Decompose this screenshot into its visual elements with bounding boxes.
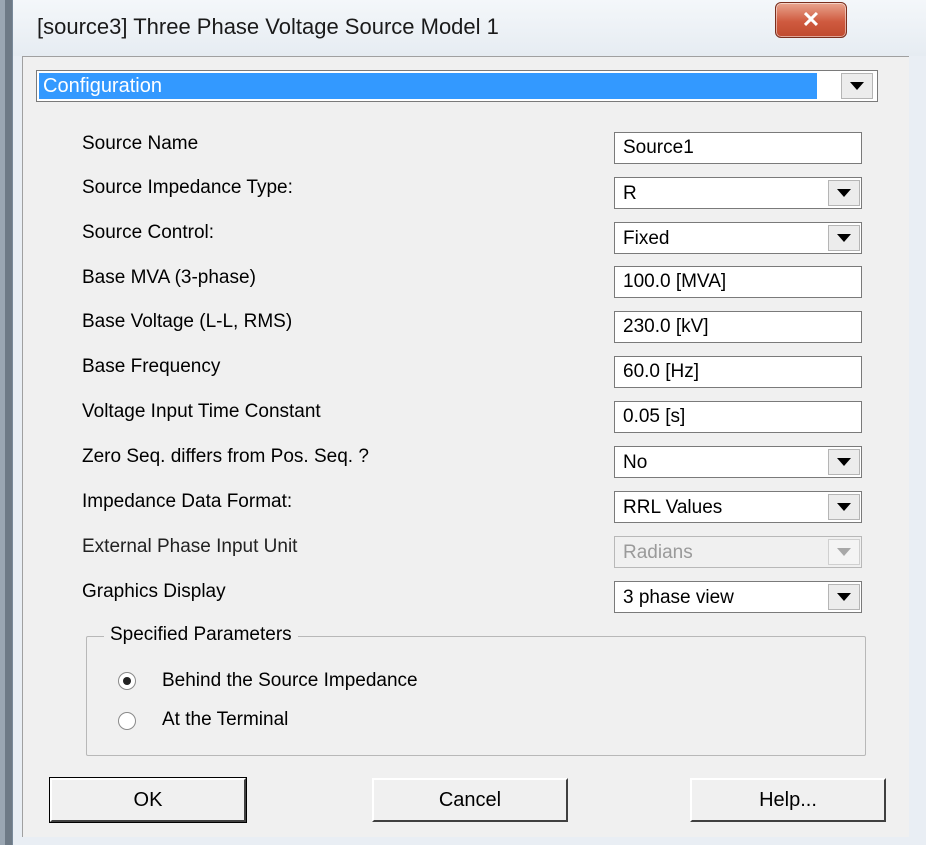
voltage-input-time-constant-input[interactable]: 0.05 [s] — [614, 401, 862, 433]
graphics-display-dropdown-button[interactable] — [828, 584, 860, 610]
specified-parameters-group — [86, 636, 866, 756]
impedance-data-format-label: Impedance Data Format: — [82, 491, 293, 512]
base-mva-input[interactable]: 100.0 [MVA] — [614, 266, 862, 298]
radio-behind-source-impedance-label[interactable]: Behind the Source Impedance — [162, 670, 418, 692]
external-phase-input-unit-select: Radians — [614, 536, 862, 568]
base-mva-label: Base MVA (3-phase) — [82, 267, 256, 288]
category-dropdown-button[interactable] — [841, 73, 873, 99]
chevron-down-icon — [837, 458, 851, 466]
graphics-display-value: 3 phase view — [623, 587, 734, 608]
cancel-button-label: Cancel — [438, 788, 502, 811]
radio-at-terminal[interactable] — [118, 712, 136, 730]
zero-seq-differs-value: No — [623, 452, 648, 473]
base-frequency-input[interactable]: 60.0 [Hz] — [614, 356, 862, 388]
close-icon: ✕ — [801, 7, 821, 32]
ok-button-label: OK — [133, 788, 163, 811]
specified-parameters-title: Specified Parameters — [104, 624, 298, 646]
source-control-value: Fixed — [623, 228, 670, 249]
voltage-input-time-constant-label: Voltage Input Time Constant — [82, 401, 321, 422]
title-bar[interactable]: [source3] Three Phase Voltage Source Mod… — [13, 0, 926, 56]
radio-at-terminal-label[interactable]: At the Terminal — [162, 709, 288, 731]
source-control-dropdown-button[interactable] — [828, 225, 860, 251]
zero-seq-differs-select[interactable]: No — [614, 446, 862, 478]
source-name-label: Source Name — [82, 133, 199, 154]
impedance-data-format-dropdown-button[interactable] — [828, 494, 860, 520]
source-name-input[interactable]: Source1 — [614, 132, 862, 164]
impedance-data-format-select[interactable]: RRL Values — [614, 491, 862, 523]
zero-seq-differs-label: Zero Seq. differs from Pos. Seq. ? — [82, 446, 369, 467]
source-control-select[interactable]: Fixed — [614, 222, 862, 254]
chevron-down-icon — [837, 593, 851, 601]
ok-button[interactable]: OK — [49, 777, 247, 823]
source-impedance-type-label: Source Impedance Type: — [82, 177, 293, 198]
background-app-edge — [0, 0, 12, 845]
external-phase-input-unit-value: Radians — [623, 542, 693, 563]
radio-selected-dot — [123, 677, 131, 685]
radio-behind-source-impedance[interactable] — [118, 672, 136, 690]
source-impedance-type-dropdown-button[interactable] — [828, 180, 860, 206]
base-voltage-input[interactable]: 230.0 [kV] — [614, 311, 862, 343]
graphics-display-select[interactable]: 3 phase view — [614, 581, 862, 613]
chevron-down-icon — [837, 548, 851, 556]
window-title: [source3] Three Phase Voltage Source Mod… — [37, 14, 499, 39]
category-dropdown[interactable]: Configuration — [36, 70, 878, 102]
base-voltage-label: Base Voltage (L-L, RMS) — [82, 311, 293, 332]
source-impedance-type-value: R — [623, 183, 637, 204]
close-button[interactable]: ✕ — [775, 2, 847, 38]
external-phase-input-unit-label: External Phase Input Unit — [82, 536, 298, 557]
chevron-down-icon — [837, 189, 851, 197]
help-button-label: Help... — [759, 788, 817, 811]
help-button[interactable]: Help... — [690, 778, 886, 822]
chevron-down-icon — [837, 503, 851, 511]
chevron-down-icon — [850, 82, 864, 90]
external-phase-input-unit-dropdown-button — [828, 539, 860, 565]
zero-seq-differs-dropdown-button[interactable] — [828, 449, 860, 475]
base-frequency-label: Base Frequency — [82, 356, 221, 377]
graphics-display-label: Graphics Display — [82, 581, 226, 602]
category-selected-value: Configuration — [39, 73, 817, 99]
source-control-label: Source Control: — [82, 222, 215, 243]
cancel-button[interactable]: Cancel — [372, 778, 568, 822]
impedance-data-format-value: RRL Values — [623, 497, 723, 518]
source-impedance-type-select[interactable]: R — [614, 177, 862, 209]
chevron-down-icon — [837, 234, 851, 242]
